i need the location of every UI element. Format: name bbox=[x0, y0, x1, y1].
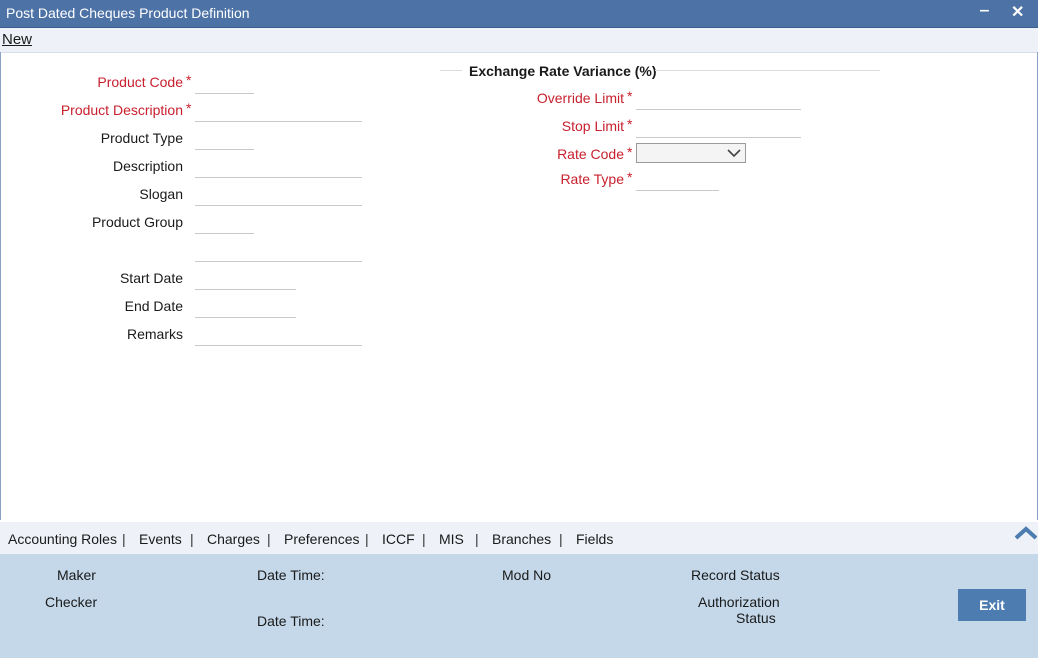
rate-code-select[interactable] bbox=[636, 143, 746, 163]
start-date-input[interactable] bbox=[195, 269, 296, 290]
exit-button[interactable]: Exit bbox=[958, 589, 1026, 621]
end-date-label: End Date bbox=[124, 298, 183, 314]
close-icon[interactable]: ✕ bbox=[1011, 2, 1024, 22]
rate-code-label: Rate Code bbox=[557, 146, 624, 162]
tab-separator: | bbox=[365, 531, 369, 547]
tab-preferences[interactable]: Preferences bbox=[284, 531, 359, 547]
required-mark: * bbox=[627, 144, 633, 160]
tab-charges[interactable]: Charges bbox=[207, 531, 260, 547]
maker-date-time-label: Date Time: bbox=[257, 567, 325, 583]
tab-fields[interactable]: Fields bbox=[576, 531, 613, 547]
chevron-up-icon[interactable] bbox=[1013, 522, 1038, 546]
remarks-label: Remarks bbox=[126, 326, 183, 342]
required-mark: * bbox=[186, 100, 192, 116]
authorization-label: Authorization bbox=[698, 594, 780, 610]
stop-limit-input[interactable] bbox=[636, 117, 801, 138]
tab-branches[interactable]: Branches bbox=[492, 531, 551, 547]
record-status-label: Record Status bbox=[691, 567, 780, 583]
product-type-label: Product Type bbox=[100, 130, 183, 146]
start-date-label: Start Date bbox=[119, 270, 183, 286]
override-limit-label: Override Limit bbox=[536, 90, 624, 106]
chevron-down-icon bbox=[727, 149, 741, 158]
tab-separator: | bbox=[267, 531, 271, 547]
maker-label: Maker bbox=[57, 567, 96, 583]
section-rule-right bbox=[655, 70, 880, 71]
product-group-input[interactable] bbox=[195, 213, 254, 234]
stop-limit-label: Stop Limit bbox=[561, 118, 624, 134]
tab-separator: | bbox=[190, 531, 194, 547]
authorization-status-label: Status bbox=[736, 610, 776, 626]
product-group-description-input[interactable] bbox=[195, 241, 362, 262]
main-form-area bbox=[0, 52, 1038, 520]
tab-separator: | bbox=[475, 531, 479, 547]
tab-separator: | bbox=[559, 531, 563, 547]
exchange-rate-variance-heading: Exchange Rate Variance (%) bbox=[469, 63, 657, 79]
remarks-input[interactable] bbox=[195, 325, 362, 346]
mod-no-label: Mod No bbox=[502, 567, 552, 583]
slogan-label: Slogan bbox=[139, 186, 183, 202]
section-rule-left bbox=[440, 70, 462, 71]
product-description-label: Product Description bbox=[60, 102, 183, 118]
product-description-input[interactable] bbox=[195, 101, 362, 122]
description-label: Description bbox=[112, 158, 183, 174]
checker-date-time-label: Date Time: bbox=[257, 613, 325, 629]
rate-type-label: Rate Type bbox=[560, 171, 624, 187]
rate-type-input[interactable] bbox=[636, 170, 719, 191]
description-input[interactable] bbox=[195, 157, 362, 178]
checker-label: Checker bbox=[45, 594, 98, 610]
product-code-label: Product Code bbox=[97, 74, 183, 90]
tab-mis[interactable]: MIS bbox=[439, 531, 464, 547]
override-limit-input[interactable] bbox=[636, 89, 801, 110]
product-code-input[interactable] bbox=[195, 73, 254, 94]
product-type-input[interactable] bbox=[195, 129, 254, 150]
end-date-input[interactable] bbox=[195, 297, 296, 318]
required-mark: * bbox=[186, 72, 192, 88]
title-bar: Post Dated Cheques Product Definition ‒ … bbox=[0, 0, 1038, 28]
window-title: Post Dated Cheques Product Definition bbox=[6, 5, 250, 21]
tab-events[interactable]: Events bbox=[139, 531, 182, 547]
slogan-input[interactable] bbox=[195, 185, 362, 206]
required-mark: * bbox=[627, 88, 633, 104]
tab-separator: | bbox=[422, 531, 426, 547]
menu-bar: New bbox=[0, 28, 1038, 53]
tab-accounting-roles[interactable]: Accounting Roles bbox=[8, 531, 117, 547]
required-mark: * bbox=[627, 169, 633, 185]
minimize-icon[interactable]: ‒ bbox=[980, 2, 989, 20]
required-mark: * bbox=[627, 116, 633, 132]
new-button[interactable]: New bbox=[2, 31, 32, 48]
tab-iccf[interactable]: ICCF bbox=[382, 531, 415, 547]
tab-separator: | bbox=[122, 531, 126, 547]
product-group-label: Product Group bbox=[91, 214, 183, 230]
audit-footer: Maker Checker Date Time: Date Time: Mod … bbox=[0, 554, 1038, 658]
subsystem-tabs: Accounting Roles | Events | Charges | Pr… bbox=[0, 522, 1038, 554]
